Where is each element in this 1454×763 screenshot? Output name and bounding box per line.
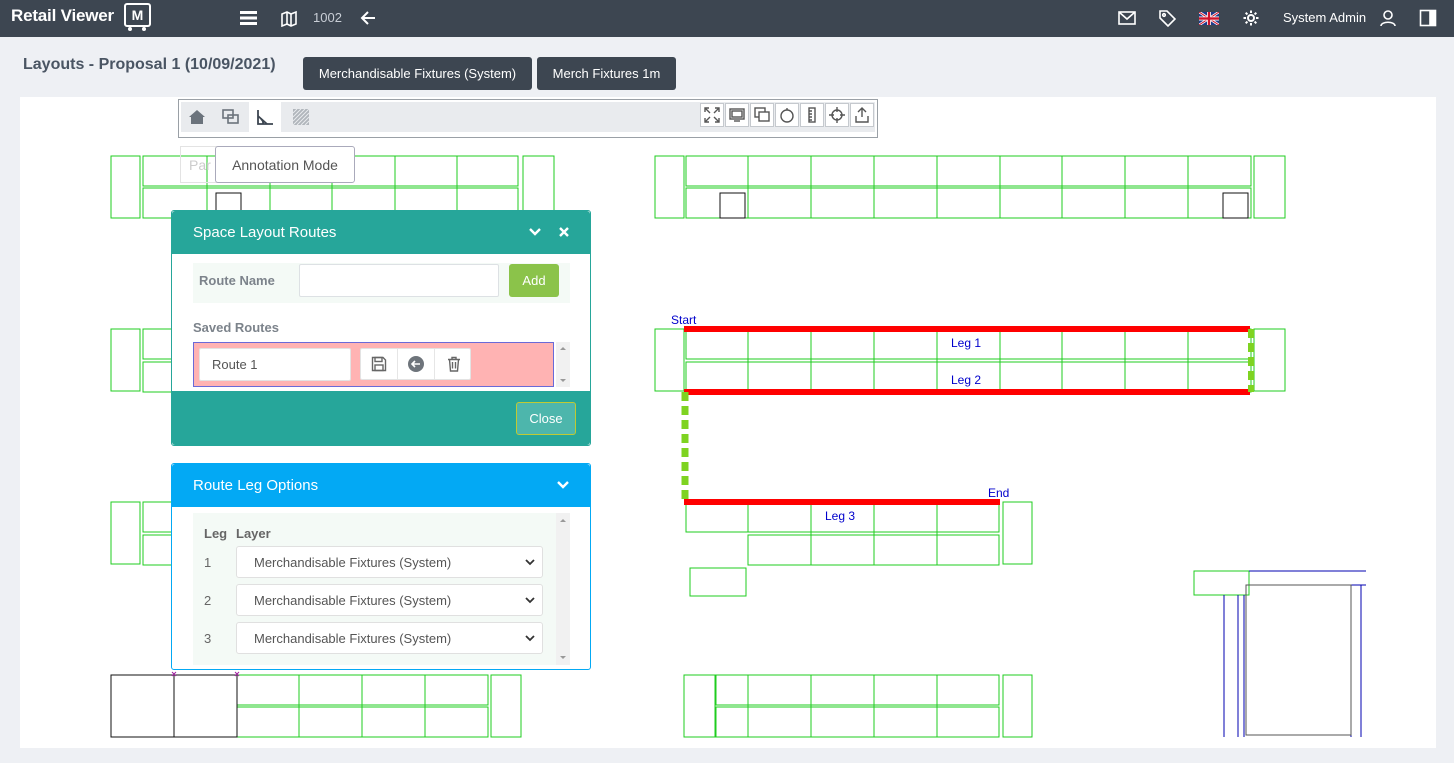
leg-number: 2 (204, 593, 212, 608)
tab-merchandisable-fixtures[interactable]: Merchandisable Fixtures (System) (303, 57, 532, 90)
fixture-run (685, 187, 1252, 219)
fixture-end (1253, 155, 1286, 219)
fixture-run (715, 674, 1000, 706)
fixture-end (1002, 501, 1033, 565)
mail-icon[interactable] (1117, 8, 1137, 28)
trash-icon[interactable] (435, 349, 472, 379)
fixture-run (715, 706, 1000, 738)
fixture-end (1253, 328, 1286, 392)
fixture-end (654, 155, 685, 219)
close-icon[interactable] (556, 224, 572, 240)
hidden-tab-label: Par (180, 146, 220, 183)
fixture-end (1002, 674, 1033, 738)
map-toolbar (178, 99, 878, 138)
toolbar-strip (181, 102, 875, 132)
home-icon[interactable] (181, 102, 213, 132)
chevron-down-icon[interactable] (527, 224, 543, 240)
leg-layer-value: Merchandisable Fixtures (System) (254, 592, 452, 608)
go-back-circle-icon[interactable] (398, 349, 435, 379)
legs-table: Leg Layer 1 Merchandisable Fixtures (Sys… (193, 513, 570, 665)
route-name-input[interactable] (299, 264, 499, 297)
legs-scrollbar[interactable] (556, 513, 570, 665)
page-title: Layouts - Proposal 1 (10/09/2021) (23, 56, 276, 73)
store-map-icon[interactable] (279, 8, 299, 28)
route-end-label: End (988, 486, 1009, 500)
store-number: 1002 (313, 10, 342, 25)
annotation-mode-icon[interactable] (249, 102, 281, 132)
chevron-down-icon (525, 597, 535, 604)
saved-routes-label: Saved Routes (193, 320, 279, 335)
fixture-end (110, 155, 141, 219)
save-icon[interactable] (361, 349, 398, 379)
add-route-button[interactable]: Add (509, 264, 559, 297)
leg-layer-select[interactable]: Merchandisable Fixtures (System) (236, 584, 543, 616)
fixture-run (685, 155, 1252, 187)
leg-column-header: Leg (204, 526, 228, 541)
export-icon[interactable] (850, 103, 874, 127)
gear-icon[interactable] (1241, 8, 1261, 28)
route-start-label: Start (671, 313, 697, 327)
app-logo[interactable]: Retail Viewer (11, 6, 114, 26)
logo-cart-wheel (142, 27, 146, 31)
legs-panel-title: Route Leg Options (193, 477, 319, 494)
chevron-down-icon[interactable] (555, 477, 571, 493)
route-leg-options-panel: Route Leg Options Leg Layer 1 Merchandis… (171, 463, 591, 670)
fixture-end (490, 674, 522, 738)
tag-icon[interactable] (1157, 8, 1177, 28)
logo-cart-wheel (128, 27, 132, 31)
fixture-small (1193, 570, 1250, 596)
close-button[interactable]: Close (516, 402, 576, 435)
fixture-small (689, 567, 747, 597)
route-actions (360, 348, 471, 380)
routes-panel-footer: Close (172, 391, 590, 445)
tooltip-annotation-mode: Annotation Mode (215, 146, 355, 183)
logo-badge: M (124, 3, 151, 27)
layer-column-header: Layer (236, 526, 271, 541)
legs-panel-header: Route Leg Options (172, 464, 590, 507)
side-panel-toggle-icon[interactable] (1418, 8, 1438, 28)
leg-number: 1 (204, 555, 212, 570)
routes-panel-header: Space Layout Routes (172, 211, 590, 254)
fixture-end (110, 501, 141, 565)
fit-extent-icon[interactable] (700, 103, 724, 127)
user-name[interactable]: System Admin (1283, 10, 1366, 25)
ruler-icon[interactable] (800, 103, 824, 127)
screen-icon[interactable] (725, 103, 749, 127)
leg-number: 3 (204, 631, 212, 646)
chevron-down-icon (525, 635, 535, 642)
space-layout-routes-panel: Space Layout Routes Route Name Add Saved… (171, 210, 591, 446)
fixture-end (110, 328, 141, 392)
saved-route-name[interactable]: Route 1 (199, 348, 351, 381)
leg-layer-value: Merchandisable Fixtures (System) (254, 554, 452, 570)
leg-layer-select[interactable]: Merchandisable Fixtures (System) (236, 546, 543, 578)
saved-routes-scrollbar[interactable] (556, 342, 570, 387)
hatch-pattern-icon[interactable] (285, 102, 317, 132)
leg-2-label: Leg 2 (951, 373, 981, 387)
user-icon[interactable] (1378, 8, 1398, 28)
crosshair-icon[interactable] (825, 103, 849, 127)
routes-panel-title: Space Layout Routes (193, 224, 337, 241)
list-icon[interactable] (239, 8, 259, 28)
route-name-label: Route Name (199, 273, 275, 288)
uk-flag-icon[interactable] (1199, 8, 1219, 28)
saved-routes-list: Route 1 (193, 342, 554, 387)
top-bar: Retail Viewer M 1002 System Admin (0, 0, 1454, 37)
chevron-down-icon (525, 559, 535, 566)
fixture-end (654, 328, 685, 392)
circle-icon[interactable] (775, 103, 799, 127)
leg-layer-value: Merchandisable Fixtures (System) (254, 630, 452, 646)
fixture-end (683, 674, 716, 738)
leg-1-label: Leg 1 (951, 336, 981, 350)
fixture-end (522, 155, 555, 219)
tab-merch-fixtures-1m[interactable]: Merch Fixtures 1m (537, 57, 676, 90)
route-name-form: Route Name Add (193, 263, 570, 303)
leg-3-label: Leg 3 (825, 509, 855, 523)
back-arrow-icon[interactable] (358, 8, 378, 28)
leg-layer-select[interactable]: Merchandisable Fixtures (System) (236, 622, 543, 654)
overlap-icon[interactable] (750, 103, 774, 127)
annotation-layers-icon[interactable] (215, 102, 247, 132)
